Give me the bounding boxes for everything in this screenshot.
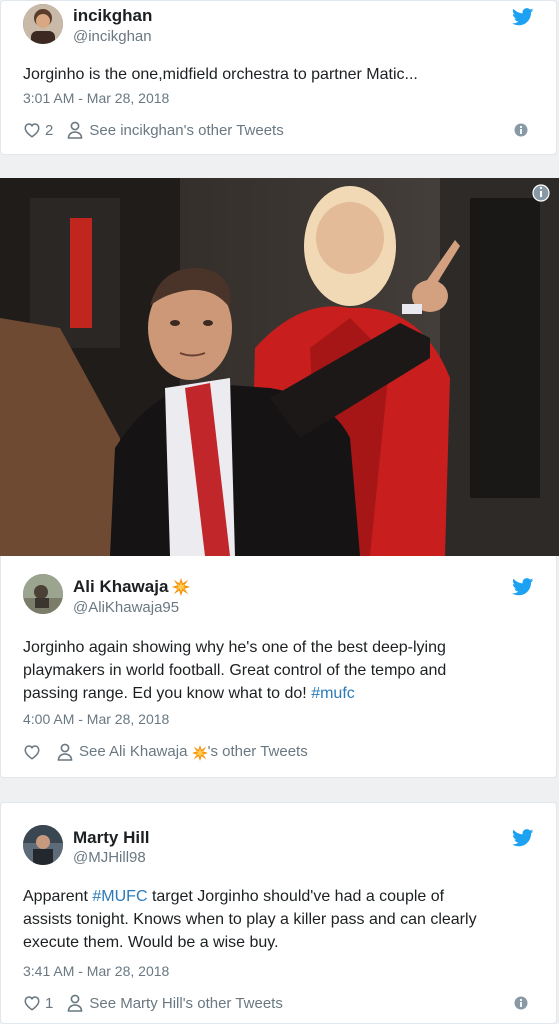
tweet-text-segment: target Jorginho should've had a couple o…: [147, 888, 445, 905]
author-name-text[interactable]: Ali Khawaja: [73, 577, 168, 597]
author-name-text[interactable]: incikghan: [73, 6, 152, 26]
tweet-text-line: Jorginho again showing why he's one of t…: [23, 639, 446, 656]
like-count[interactable]: 1: [45, 995, 53, 1012]
tweet-text-line: Apparent #MUFC target Jorginho should've…: [23, 885, 534, 908]
tweet-text: Apparent #MUFC target Jorginho should've…: [23, 885, 534, 954]
avatar[interactable]: [23, 825, 63, 865]
tweet-timestamp[interactable]: 3:41 AM - Mar 28, 2018: [23, 963, 169, 979]
tweet-text: Jorginho is the one,midfield orchestra t…: [23, 66, 418, 83]
like-count[interactable]: 2: [45, 122, 53, 139]
tweet-text-segment: Apparent: [23, 888, 93, 905]
person-icon: [57, 743, 73, 761]
twitter-bird-icon[interactable]: [512, 578, 534, 596]
author-name[interactable]: incikghan: [73, 6, 152, 26]
tweet-timestamp[interactable]: 4:00 AM - Mar 28, 2018: [23, 711, 169, 727]
explosion-emoji-icon: [172, 578, 190, 596]
author-name-text[interactable]: Marty Hill: [73, 828, 150, 848]
embedded-photo: [0, 178, 559, 556]
tweet-text-line: passing range. Ed you know what to do! #…: [23, 682, 534, 705]
tweet-card: incikghan @incikghan Jorginho is the one…: [0, 0, 557, 155]
hashtag-link[interactable]: #MUFC: [92, 888, 147, 905]
see-other-prefix[interactable]: See Ali Khawaja: [79, 743, 192, 760]
tweet-text-line: playmakers in world football. Great cont…: [23, 662, 447, 679]
info-icon[interactable]: [514, 123, 528, 137]
avatar[interactable]: [23, 4, 63, 44]
author-name[interactable]: Ali Khawaja: [73, 577, 190, 597]
see-other-suffix[interactable]: 's other Tweets: [208, 743, 308, 760]
info-icon[interactable]: [514, 996, 528, 1010]
heart-icon[interactable]: [23, 994, 41, 1012]
person-icon: [67, 994, 83, 1012]
heart-icon[interactable]: [23, 743, 41, 761]
tweet-text-line: assists tonight. Knows when to play a ki…: [23, 911, 477, 928]
author-handle[interactable]: @MJHill98: [73, 849, 146, 866]
author-handle[interactable]: @AliKhawaja95: [73, 599, 179, 616]
tweet-timestamp[interactable]: 3:01 AM - Mar 28, 2018: [23, 90, 169, 106]
tweet-text: Jorginho again showing why he's one of t…: [23, 636, 534, 705]
tweet-footer: See Ali Khawaja 's other Tweets: [23, 742, 534, 762]
tweet-text-line: execute them. Would be a wise buy.: [23, 934, 279, 951]
tweet-card: Marty Hill @MJHill98 Apparent #MUFC targ…: [0, 802, 557, 1024]
tweet-text-segment: passing range. Ed you know what to do!: [23, 685, 312, 702]
author-handle[interactable]: @incikghan: [73, 28, 152, 45]
twitter-bird-icon[interactable]: [512, 829, 534, 847]
tweet-card: Ali Khawaja @AliKhawaja95 Jorginho again…: [0, 556, 557, 778]
avatar[interactable]: [23, 574, 63, 614]
twitter-bird-icon[interactable]: [512, 8, 534, 26]
heart-icon[interactable]: [23, 121, 41, 139]
hashtag-link[interactable]: #mufc: [311, 685, 355, 702]
tweet-footer: 1 See Marty Hill's other Tweets: [23, 993, 534, 1013]
tweet-footer: 2 See incikghan's other Tweets: [23, 120, 534, 140]
see-other-tweets-link[interactable]: See Marty Hill's other Tweets: [89, 995, 283, 1012]
person-icon: [67, 121, 83, 139]
explosion-emoji-icon: [192, 745, 208, 761]
author-name[interactable]: Marty Hill: [73, 828, 150, 848]
see-other-tweets-link[interactable]: See Ali Khawaja 's other Tweets: [79, 743, 308, 760]
see-other-tweets-link[interactable]: See incikghan's other Tweets: [89, 122, 283, 139]
